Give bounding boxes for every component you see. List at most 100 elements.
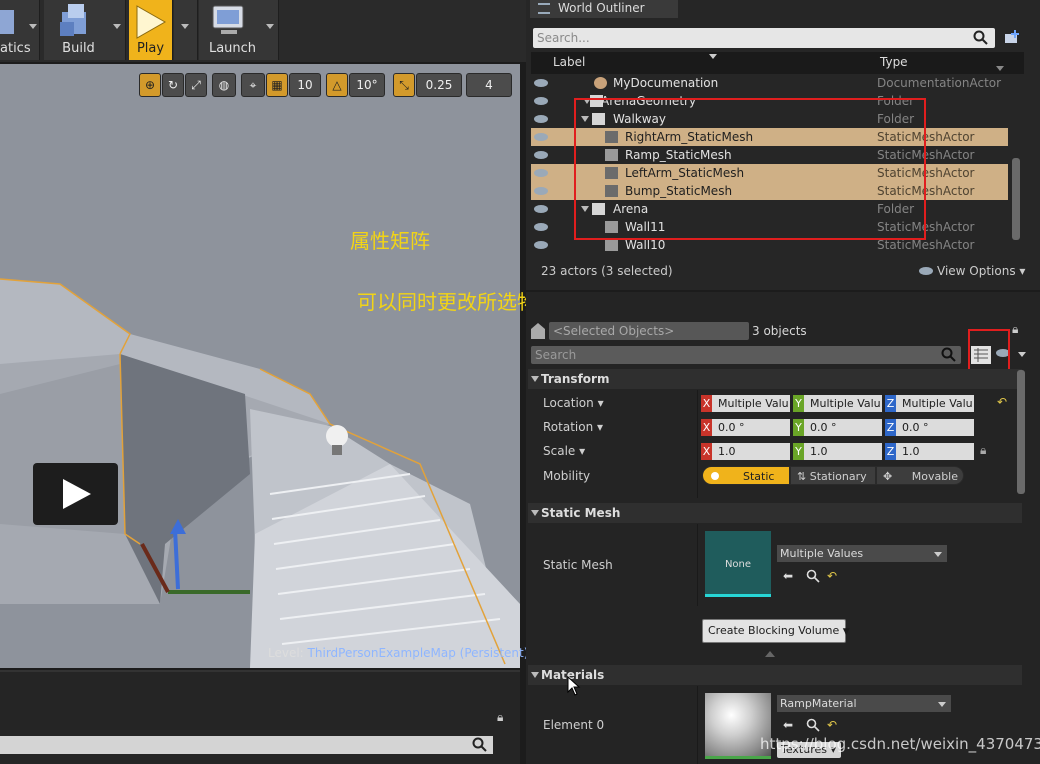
list-item[interactable]: MyDocumenation DocumentationActor	[531, 74, 1008, 92]
scale-x-field[interactable]: 1.0	[712, 443, 790, 460]
use-selected-arrow-icon[interactable]: ⬅	[783, 569, 793, 583]
chevron-down-icon[interactable]	[996, 66, 1004, 71]
scale-z-field[interactable]: 1.0	[896, 443, 974, 460]
axis-z-label: Z	[885, 395, 896, 412]
chevron-down-icon[interactable]	[1018, 352, 1026, 357]
video-play-button[interactable]	[33, 463, 118, 525]
view-options-button[interactable]: View Options ▾	[919, 264, 1025, 278]
search-icon	[973, 30, 988, 45]
outliner-scrollbar[interactable]	[1012, 158, 1020, 240]
surface-snap-icon[interactable]: ⌖	[241, 73, 265, 97]
lock-icon[interactable]: 🔒︎	[497, 710, 503, 725]
visibility-eye-icon[interactable]	[534, 115, 548, 123]
axis-x-label: X	[701, 395, 712, 412]
outliner-search-input[interactable]: Search...	[533, 28, 995, 48]
axis-y-label: Y	[793, 443, 804, 460]
stationary-icon: ⇅	[797, 470, 807, 483]
location-z-field[interactable]: Multiple Valu	[896, 395, 974, 412]
outliner-icon	[538, 3, 550, 14]
scale-y-field[interactable]: 1.0	[804, 443, 882, 460]
rotation-label[interactable]: Rotation ▾	[543, 420, 603, 434]
visibility-eye-icon[interactable]	[534, 241, 548, 249]
level-indicator: Level: ThirdPersonExampleMap (Persistent…	[268, 646, 528, 660]
rotation-snap-value[interactable]: 10°	[349, 73, 385, 97]
chevron-down-icon[interactable]	[29, 24, 37, 29]
visibility-eye-icon[interactable]	[534, 79, 548, 87]
scale-lock-icon[interactable]: 🔒︎	[980, 443, 986, 458]
rotate-mode-button[interactable]: ↻	[162, 73, 184, 97]
viewport-scene	[0, 64, 520, 668]
visibility-eye-icon[interactable]	[534, 205, 548, 213]
play-icon	[136, 5, 167, 39]
reset-arrow-icon[interactable]: ↶	[997, 395, 1007, 409]
mouse-cursor-icon	[567, 676, 581, 696]
documentation-icon	[594, 77, 607, 89]
scale-snap-icon[interactable]: ⤡	[393, 73, 415, 97]
mobility-static-toggle[interactable]: Static	[702, 466, 790, 485]
column-label[interactable]: Label	[553, 55, 585, 69]
axis-y-label: Y	[793, 419, 804, 436]
radio-dot-icon	[711, 472, 719, 480]
section-transform[interactable]: Transform	[528, 369, 1022, 389]
level-viewport[interactable]: ⊕ ↻ ⤢ ◍ ⌖ ▦ 10 △ 10° ⤡ 0.25 4	[0, 64, 520, 668]
static-mesh-thumbnail[interactable]: None	[705, 531, 771, 597]
visibility-eye-icon[interactable]	[534, 223, 548, 231]
use-selected-arrow-icon[interactable]: ⬅	[783, 718, 793, 732]
select-mode-button[interactable]: ⊕	[139, 73, 161, 97]
column-divider	[697, 686, 698, 764]
row-type: DocumentationActor	[877, 76, 1002, 90]
lock-icon[interactable]: 🔒︎	[1012, 322, 1018, 337]
row-name: MyDocumenation	[613, 76, 719, 90]
rotation-snap-icon[interactable]: △	[326, 73, 348, 97]
visibility-eye-icon[interactable]	[534, 169, 548, 177]
grid-snap-icon[interactable]: ▦	[266, 73, 288, 97]
outliner-column-header	[531, 52, 1024, 74]
main-toolbar: atics Build Play Launch	[0, 0, 528, 62]
camera-speed-value[interactable]: 4	[466, 73, 512, 97]
statics-icon	[0, 10, 14, 34]
section-static-mesh[interactable]: Static Mesh	[528, 503, 1022, 523]
reset-arrow-icon[interactable]: ↶	[827, 569, 837, 583]
visibility-eye-icon[interactable]	[534, 133, 548, 141]
world-local-icon[interactable]: ◍	[212, 73, 236, 97]
selected-objects-field[interactable]: <Selected Objects>	[549, 322, 749, 340]
actors-count: 23 actors (3 selected)	[541, 264, 673, 278]
build-button[interactable]: Build	[44, 0, 126, 60]
material-dropdown[interactable]: RampMaterial	[777, 695, 951, 712]
axis-z-label: Z	[885, 419, 896, 436]
scale-label[interactable]: Scale ▾	[543, 444, 585, 458]
scale-mode-button[interactable]: ⤢	[185, 73, 207, 97]
chevron-down-icon[interactable]	[266, 24, 274, 29]
static-mesh-dropdown[interactable]: Multiple Values	[777, 545, 947, 562]
chevron-down-icon[interactable]	[113, 24, 121, 29]
create-blocking-volume-button[interactable]: Create Blocking Volume ▼	[702, 619, 850, 643]
reset-arrow-icon[interactable]: ↶	[827, 718, 837, 732]
section-materials[interactable]: Materials	[528, 665, 1022, 685]
content-search-bar[interactable]	[0, 736, 493, 754]
visibility-eye-icon[interactable]	[534, 97, 548, 105]
scale-snap-value[interactable]: 0.25	[416, 73, 462, 97]
mobility-stationary-toggle[interactable]: ⇅ Stationary	[790, 466, 876, 485]
create-folder-icon[interactable]	[1003, 28, 1021, 46]
location-x-field[interactable]: Multiple Valu	[712, 395, 790, 412]
collapse-chevron-icon[interactable]	[765, 651, 775, 657]
mobility-movable-toggle[interactable]: ✥ Movable	[876, 466, 964, 485]
browse-search-icon[interactable]	[806, 569, 820, 583]
play-button[interactable]: Play	[129, 0, 173, 60]
location-label[interactable]: Location ▾	[543, 396, 604, 410]
rotation-y-field[interactable]: 0.0 °	[804, 419, 882, 436]
visibility-eye-icon[interactable]	[534, 187, 548, 195]
visibility-eye-icon[interactable]	[534, 151, 548, 159]
launch-button[interactable]: Launch	[199, 0, 279, 60]
grid-snap-value[interactable]: 10	[289, 73, 321, 97]
browse-search-icon[interactable]	[806, 718, 820, 732]
column-type[interactable]: Type	[880, 55, 908, 69]
location-y-field[interactable]: Multiple Valu	[804, 395, 882, 412]
thumbnail-text: None	[724, 559, 752, 570]
rotation-x-field[interactable]: 0.0 °	[712, 419, 790, 436]
column-divider	[697, 390, 698, 498]
details-scrollbar[interactable]	[1017, 370, 1025, 494]
tab-world-outliner[interactable]: World Outliner	[530, 0, 678, 18]
rotation-z-field[interactable]: 0.0 °	[896, 419, 974, 436]
details-search-input[interactable]: Search	[531, 346, 961, 364]
